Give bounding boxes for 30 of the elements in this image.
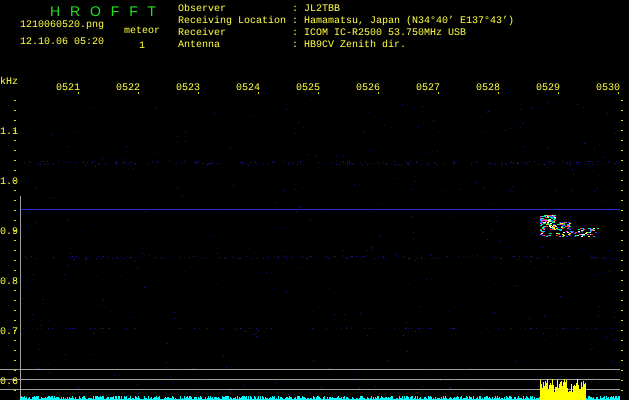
info-label: Observer — [178, 4, 228, 16]
time-label: 0524 — [236, 83, 260, 94]
time-label: 0528 — [476, 83, 500, 94]
unit-label: kHz — [0, 77, 18, 88]
info-value: : JL2TBB — [292, 4, 340, 16]
file-name: 1210060520.png — [20, 20, 104, 32]
frequency-label: 1.0 — [0, 177, 18, 188]
info-value: : HB9CV Zenith dir. — [292, 40, 406, 52]
frequency-label: 0.8 — [0, 277, 18, 288]
info-value: : Hamamatsu, Japan (N34°40’ E137°43’) — [292, 16, 514, 28]
frequency-label: 1.1 — [0, 127, 18, 138]
info-value: : ICOM IC-R2500 53.750MHz USB — [292, 28, 466, 40]
timestamp: 12.10.06 05:20 — [20, 37, 104, 49]
time-label: 0529 — [536, 83, 560, 94]
info-label: Antenna — [178, 40, 222, 52]
meteor-count: 1 — [139, 41, 146, 53]
app-title: H R O F F T — [50, 4, 160, 18]
frequency-label: 0.7 — [0, 327, 18, 338]
time-label: 0530 — [596, 83, 620, 94]
frequency-label: 0.9 — [0, 227, 18, 238]
frequency-label: 0.6 — [0, 377, 18, 388]
time-label: 0525 — [296, 83, 320, 94]
time-label: 0523 — [176, 83, 200, 94]
time-label: 0522 — [116, 83, 140, 94]
info-label: Receiver — [178, 28, 228, 40]
info-label: Receiving Location — [178, 16, 288, 28]
time-label: 0526 — [356, 83, 380, 94]
time-label: 0527 — [416, 83, 440, 94]
time-label: 0521 — [56, 83, 80, 94]
count-label: meteor — [124, 26, 160, 38]
